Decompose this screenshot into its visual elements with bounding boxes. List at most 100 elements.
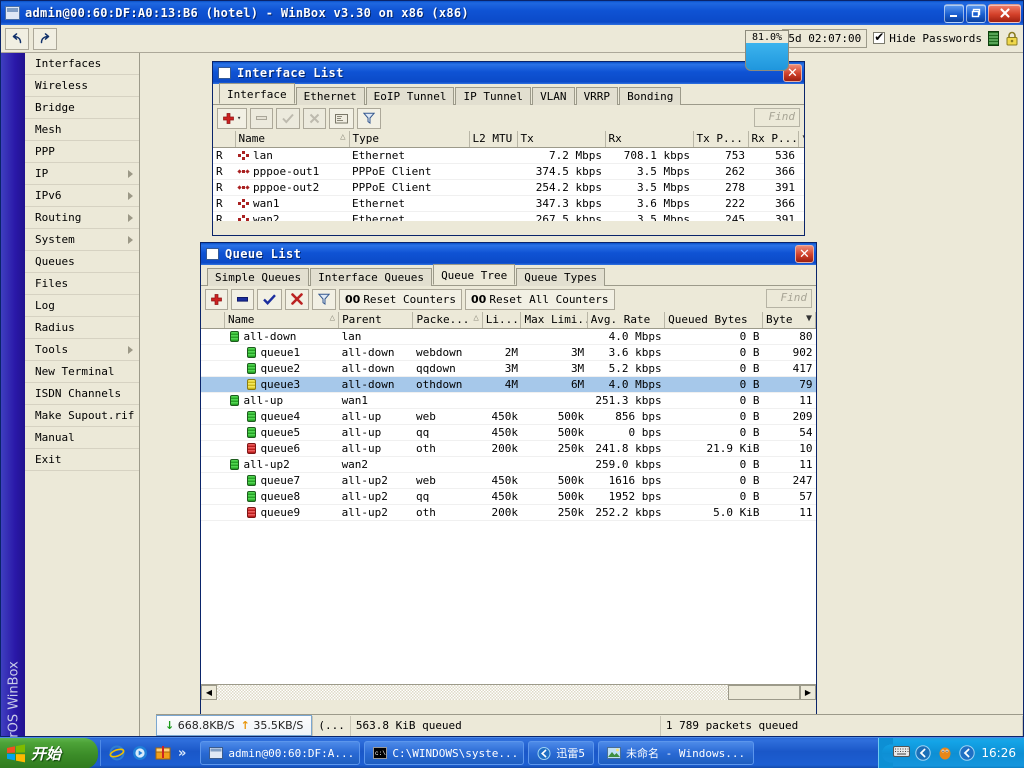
table-row[interactable]: Rwan1 Ethernet 347.3 kbps 3.6 Mbps 222 366 — [213, 195, 804, 212]
disable-interface-button[interactable] — [303, 107, 327, 129]
enable-queue-button[interactable] — [257, 288, 282, 310]
tab-ip-tunnel[interactable]: IP Tunnel — [455, 87, 532, 105]
tab-bonding[interactable]: Bonding — [619, 87, 682, 105]
queue-find-input[interactable]: Find — [766, 289, 812, 308]
column-header[interactable] — [201, 312, 225, 329]
taskbar-task-button[interactable]: 未命名 - Windows... — [598, 741, 755, 765]
table-row[interactable]: queue2 all-down qqdown 3M 3M 5.2 kbps 0 B 417 — [201, 360, 816, 377]
column-header[interactable]: Avg. Rate — [587, 312, 666, 329]
table-row[interactable]: queue8 all-up2 qq 450k 500k 1952 bps 0 B 57 — [201, 488, 816, 505]
scrollbar-thumb[interactable] — [728, 685, 800, 700]
tab-queue-types[interactable]: Queue Types — [516, 268, 606, 286]
filter-queue-button[interactable] — [312, 288, 336, 310]
table-row[interactable]: queue9 all-up2 oth 200k 250k 252.2 kbps 5.0 Ki… — [201, 504, 816, 521]
sidebar-item-queues[interactable]: Queues — [25, 251, 139, 273]
qq-icon[interactable] — [937, 745, 953, 761]
hide-passwords-checkbox[interactable]: Hide Passwords — [873, 30, 982, 45]
column-header[interactable]: L2 MTU — [469, 131, 518, 148]
table-row[interactable]: Rlan Ethernet 7.2 Mbps 708.1 kbps 753 536 — [213, 147, 804, 164]
sidebar-item-new-terminal[interactable]: New Terminal — [25, 361, 139, 383]
reset-counters-button[interactable]: 00 Reset Counters — [339, 288, 463, 310]
sidebar-item-ppp[interactable]: PPP — [25, 141, 139, 163]
sidebar-item-routing[interactable]: Routing — [25, 207, 139, 229]
media-player-icon[interactable] — [132, 745, 148, 761]
close-button[interactable] — [988, 3, 1021, 23]
redo-button[interactable] — [33, 27, 57, 50]
table-row[interactable]: queue4 all-up web 450k 500k 856 bps 0 B 209 — [201, 408, 816, 425]
table-row[interactable]: queue6 all-up oth 200k 250k 241.8 kbps 21.9 Ki… — [201, 440, 816, 457]
column-header[interactable]: Tx P... — [693, 131, 749, 148]
column-header[interactable]: Byte ▼ — [762, 312, 816, 329]
table-row[interactable]: queue1 all-down webdown 2M 3M 3.6 kbps 0 B 902 — [201, 344, 816, 361]
disable-queue-button[interactable] — [285, 288, 309, 310]
tab-simple-queues[interactable]: Simple Queues — [207, 268, 310, 286]
column-header[interactable]: Max Limi... — [520, 312, 588, 329]
sidebar-item-bridge[interactable]: Bridge — [25, 97, 139, 119]
filter-interface-button[interactable] — [357, 107, 382, 129]
table-row[interactable]: all-down lan 4.0 Mbps 0 B 80 — [201, 328, 816, 345]
scroll-left-button[interactable]: ◀ — [201, 685, 217, 700]
table-row[interactable]: Rpppoe-out2 PPPoE Client 254.2 kbps 3.5 Mbp… — [213, 179, 804, 196]
quick-launch-overflow-chevron[interactable]: » — [178, 746, 186, 761]
add-queue-button[interactable] — [205, 288, 228, 310]
sidebar-item-interfaces[interactable]: Interfaces — [25, 53, 139, 75]
sidebar-item-ip[interactable]: IP — [25, 163, 139, 185]
interface-find-input[interactable]: Find — [754, 108, 800, 127]
table-row[interactable]: queue3 all-down othdown 4M 6M 4.0 Mbps 0 B 79 — [201, 376, 816, 393]
sidebar-item-files[interactable]: Files — [25, 273, 139, 295]
taskbar-task-button[interactable]: 迅雷5 — [528, 741, 595, 765]
sidebar-item-make-supout-rif[interactable]: Make Supout.rif — [25, 405, 139, 427]
column-header[interactable]: Rx P... — [748, 131, 799, 148]
taskbar-task-button[interactable]: c:\ C:\WINDOWS\syste... — [364, 741, 525, 765]
comment-interface-button[interactable] — [329, 107, 355, 129]
add-interface-dropdown-arrow[interactable]: ▾ — [237, 114, 241, 122]
column-header[interactable]: Packe... △ — [412, 312, 483, 329]
sidebar-item-radius[interactable]: Radius — [25, 317, 139, 339]
sidebar-item-tools[interactable]: Tools — [25, 339, 139, 361]
desktop-shortcut-icon[interactable] — [155, 745, 171, 761]
sidebar-item-mesh[interactable]: Mesh — [25, 119, 139, 141]
column-header[interactable] — [213, 131, 236, 148]
column-header[interactable]: Parent — [338, 312, 414, 329]
keyboard-layout-icon[interactable] — [893, 745, 911, 761]
table-row[interactable]: all-up2 wan2 259.0 kbps 0 B 11 — [201, 456, 816, 473]
tab-vrrp[interactable]: VRRP — [575, 87, 619, 105]
thunder-tray-icon[interactable] — [959, 745, 976, 761]
window-titlebar[interactable]: admin@00:60:DF:A0:13:B6 (hotel) - WinBox… — [1, 1, 1023, 25]
column-header[interactable]: Name △ — [235, 131, 350, 148]
interface-list-titlebar[interactable]: Interface List ✕ — [213, 62, 804, 84]
scroll-right-button[interactable]: ▶ — [800, 685, 816, 700]
column-header[interactable]: Li... — [482, 312, 522, 329]
table-row[interactable]: all-up wan1 251.3 kbps 0 B 11 — [201, 392, 816, 409]
minimize-button[interactable] — [944, 3, 964, 23]
remove-queue-button[interactable] — [231, 288, 254, 310]
sidebar-item-isdn-channels[interactable]: ISDN Channels — [25, 383, 139, 405]
tab-interface-queues[interactable]: Interface Queues — [310, 268, 433, 286]
queue-list-close-button[interactable]: ✕ — [795, 245, 814, 263]
tab-queue-tree[interactable]: Queue Tree — [433, 264, 516, 285]
tray-show-hidden-icon[interactable] — [915, 745, 932, 761]
taskbar-clock[interactable]: 16:26 — [981, 746, 1016, 760]
start-button[interactable]: 开始 — [0, 737, 98, 768]
tab-vlan[interactable]: VLAN — [532, 87, 575, 105]
maximize-button[interactable] — [966, 3, 986, 23]
column-chooser-icon[interactable]: ▼ — [806, 313, 812, 324]
column-header[interactable]: Name △ — [224, 312, 340, 329]
queue-list-horizontal-scrollbar[interactable]: ◀ ▶ — [201, 684, 816, 700]
taskbar-task-button[interactable]: admin@00:60:DF:A... — [200, 741, 361, 765]
tab-eoip-tunnel[interactable]: EoIP Tunnel — [365, 87, 455, 105]
column-header[interactable]: Type — [349, 131, 470, 148]
sidebar-item-manual[interactable]: Manual — [25, 427, 139, 449]
column-header[interactable]: Tx — [517, 131, 606, 148]
column-header[interactable]: ▼ — [798, 131, 804, 148]
remove-interface-button[interactable] — [250, 107, 274, 129]
column-header[interactable]: Rx — [605, 131, 694, 148]
add-interface-button[interactable]: ▾ — [217, 107, 248, 129]
tab-ethernet[interactable]: Ethernet — [295, 87, 365, 105]
queue-list-titlebar[interactable]: Queue List ✕ — [201, 243, 816, 265]
table-row[interactable]: queue5 all-up qq 450k 500k 0 bps 0 B 54 — [201, 424, 816, 441]
sidebar-item-wireless[interactable]: Wireless — [25, 75, 139, 97]
sidebar-item-log[interactable]: Log — [25, 295, 139, 317]
sidebar-item-exit[interactable]: Exit — [25, 449, 139, 471]
column-header[interactable]: Queued Bytes — [664, 312, 763, 329]
